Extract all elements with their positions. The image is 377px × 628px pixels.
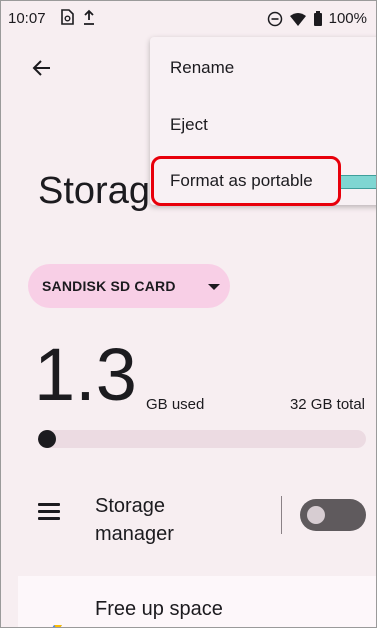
status-time: 10:07 bbox=[8, 10, 46, 27]
storage-settings-screen: 10:07 100% Storag SANDISK SD CARD 1.3 GB… bbox=[0, 0, 377, 628]
storage-volume-dropdown[interactable]: SANDISK SD CARD bbox=[28, 264, 230, 308]
chevron-down-icon bbox=[208, 284, 220, 290]
divider bbox=[281, 496, 282, 534]
back-arrow-icon[interactable] bbox=[28, 54, 56, 82]
storage-volume-label: SANDISK SD CARD bbox=[42, 278, 176, 294]
used-storage-unit: GB used bbox=[146, 396, 205, 413]
highlight-box bbox=[151, 156, 341, 206]
storage-manager-icon bbox=[38, 503, 60, 521]
dnd-icon bbox=[267, 11, 282, 26]
wifi-icon bbox=[289, 12, 306, 26]
total-storage-label: 32 GB total bbox=[289, 396, 365, 413]
storage-usage-bar bbox=[38, 430, 366, 448]
toggle-thumb bbox=[307, 506, 325, 524]
storage-manager-label[interactable]: Storage manager bbox=[95, 492, 205, 548]
files-app-icon bbox=[52, 625, 62, 628]
upload-icon bbox=[84, 9, 94, 25]
battery-level: 100% bbox=[328, 10, 367, 27]
teal-indicator bbox=[340, 175, 377, 189]
used-storage-value: 1.3 bbox=[34, 333, 137, 416]
battery-icon bbox=[313, 10, 322, 26]
storage-manager-toggle[interactable] bbox=[300, 499, 366, 531]
status-bar: 10:07 100% bbox=[0, 0, 377, 34]
sim-icon bbox=[61, 9, 74, 25]
free-up-space-label: Free up space bbox=[95, 598, 223, 620]
page-title: Storag bbox=[38, 170, 150, 212]
storage-usage-fill bbox=[38, 430, 56, 448]
storage-manager-label-text: Storage manager bbox=[95, 495, 174, 545]
free-up-space-item[interactable]: Free up space bbox=[18, 576, 377, 628]
menu-item-eject[interactable]: Eject bbox=[170, 115, 208, 135]
menu-item-rename[interactable]: Rename bbox=[170, 58, 234, 78]
status-right-group: 100% bbox=[267, 10, 367, 27]
